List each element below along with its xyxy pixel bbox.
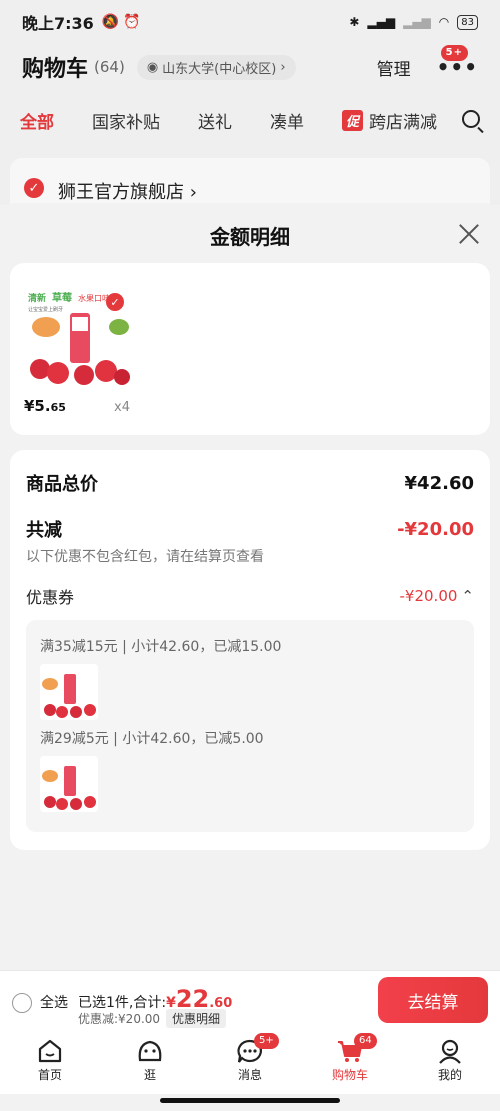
coupon-value: -¥20.00 ⌃ xyxy=(399,587,474,605)
selected-check-icon: ✓ xyxy=(106,293,124,311)
nav-profile[interactable]: 我的 xyxy=(400,1030,500,1094)
checkout-button[interactable]: 去结算 xyxy=(378,977,488,1023)
tab-addon[interactable]: 凑单 xyxy=(270,108,304,133)
svg-text:让宝宝爱上刷牙: 让宝宝爱上刷牙 xyxy=(28,306,63,313)
home-indicator xyxy=(160,1098,340,1103)
discount-detail-button[interactable]: 优惠明细 xyxy=(166,1009,227,1028)
coupon-product-image-1 xyxy=(40,664,98,720)
tab-subsidy[interactable]: 国家补贴 xyxy=(92,108,160,133)
product-price-row: ¥5.65 x4 xyxy=(24,397,130,415)
coupon-label: 优惠券 xyxy=(26,588,75,607)
goods-total-value: ¥42.60 xyxy=(404,472,474,494)
cart-badge: 64 xyxy=(354,1033,377,1049)
page-title: 购物车 xyxy=(22,57,89,82)
manage-button[interactable]: 管理 xyxy=(377,55,411,80)
svg-text:清新: 清新 xyxy=(28,292,46,304)
goods-total-label: 商品总价 xyxy=(26,474,98,495)
cart-count: (64) xyxy=(94,58,125,76)
reduce-value: -¥20.00 xyxy=(397,518,474,540)
product-image[interactable]: 清新 草莓 水果口味 让宝宝爱上刷牙 ✓ xyxy=(24,287,130,388)
coupon-row[interactable]: 优惠券 -¥20.00 ⌃ xyxy=(26,584,474,608)
reduce-label: 共减 xyxy=(26,520,62,541)
reduce-row: 共减 -¥20.00 xyxy=(26,516,474,542)
battery-icon: 83 xyxy=(457,14,478,30)
nav-message[interactable]: 消息 5+ xyxy=(200,1030,300,1094)
mute-icon: 🔕 xyxy=(101,14,120,30)
cart-header: 购物车 (64) ◉ 山东大学(中心校区) › 管理 ••• 5+ xyxy=(0,44,500,90)
location-label: 山东大学(中心校区) xyxy=(162,61,277,77)
sheet-title: 金额明细 xyxy=(210,225,290,249)
eye-icon: ◉ xyxy=(146,59,159,75)
discount-row: 优惠减:¥20.00 优惠明细 xyxy=(78,1009,227,1028)
amount-detail-sheet: 金额明细 清新 草莓 水果口味 让宝宝爱上刷牙 ✓ ¥5.65 x4 商品总价 … xyxy=(0,203,500,970)
profile-icon xyxy=(439,1039,461,1064)
nav-home[interactable]: 首页 xyxy=(0,1030,100,1094)
close-icon[interactable] xyxy=(458,223,480,245)
bluetooth-icon: ✱ xyxy=(349,15,360,29)
tab-gift[interactable]: 送礼 xyxy=(198,108,232,133)
search-icon[interactable] xyxy=(462,110,480,128)
signal-icon-2: ▂▄▆ xyxy=(403,15,431,29)
message-badge: 5+ xyxy=(254,1033,279,1049)
status-time: 晚上7:36 xyxy=(22,14,94,33)
nav-cart[interactable]: 购物车 64 xyxy=(300,1030,400,1094)
coupon-line-1: 满35减15元 | 小计42.60，已减15.00 xyxy=(40,639,282,655)
promo-label: 跨店满减 xyxy=(369,112,438,133)
bottom-nav: 首页 逛 消息 5+ 购物车 64 我的 xyxy=(0,1030,500,1094)
alarm-icon: ⏰ xyxy=(123,14,141,30)
location-selector[interactable]: ◉ 山东大学(中心校区) › xyxy=(136,54,296,80)
signal-icon: ▂▄▆ xyxy=(367,15,396,29)
discount-text: 优惠减:¥20.00 xyxy=(78,1012,161,1026)
more-button[interactable]: ••• 5+ xyxy=(437,45,478,79)
coupon-line-2: 满29减5元 | 小计42.60，已减5.00 xyxy=(40,731,264,747)
more-badge: 5+ xyxy=(440,45,468,61)
chevron-up-icon: ⌃ xyxy=(461,587,474,605)
amount-card: 商品总价 ¥42.60 共减 -¥20.00 以下优惠不包含红包，请在结算页查看… xyxy=(10,450,490,850)
svg-text:草莓: 草莓 xyxy=(52,291,72,304)
stroll-icon xyxy=(138,1040,162,1062)
wifi-icon: ◠ xyxy=(438,15,450,29)
product-card: 清新 草莓 水果口味 让宝宝爱上刷牙 ✓ ¥5.65 x4 xyxy=(10,263,490,435)
filter-tabs: 全部 国家补贴 送礼 凑单 促 跨店满减 xyxy=(0,100,500,140)
home-icon xyxy=(38,1039,62,1063)
goods-total-row: 商品总价 ¥42.60 xyxy=(26,470,474,496)
tab-all[interactable]: 全部 xyxy=(20,108,54,133)
product-price: ¥5.65 xyxy=(24,397,66,415)
select-all-radio[interactable] xyxy=(12,993,32,1013)
store-check-icon[interactable]: ✓ xyxy=(24,178,44,198)
coupon-product-image-2 xyxy=(40,756,98,812)
select-all-label[interactable]: 全选 xyxy=(40,992,68,1012)
coupon-detail-box: 满35减15元 | 小计42.60，已减15.00 满29减5元 | 小计42.… xyxy=(26,620,474,832)
chevron-right-icon: › xyxy=(280,59,286,75)
nav-stroll[interactable]: 逛 xyxy=(100,1030,200,1094)
store-name[interactable]: 狮王官方旗舰店 › xyxy=(58,178,197,204)
reduce-note: 以下优惠不包含红包，请在结算页查看 xyxy=(26,549,264,565)
tab-cross-store[interactable]: 促 跨店满减 xyxy=(342,108,437,133)
status-bar: 晚上7:36 🔕 ⏰ ✱ ▂▄▆ ▂▄▆ ◠ 83 xyxy=(0,0,500,44)
checkout-bar: 全选 已选1件,合计: ¥22.60 优惠减:¥20.00 优惠明细 去结算 xyxy=(0,970,500,1030)
product-qty: x4 xyxy=(114,400,130,415)
promo-tag: 促 xyxy=(342,109,364,131)
